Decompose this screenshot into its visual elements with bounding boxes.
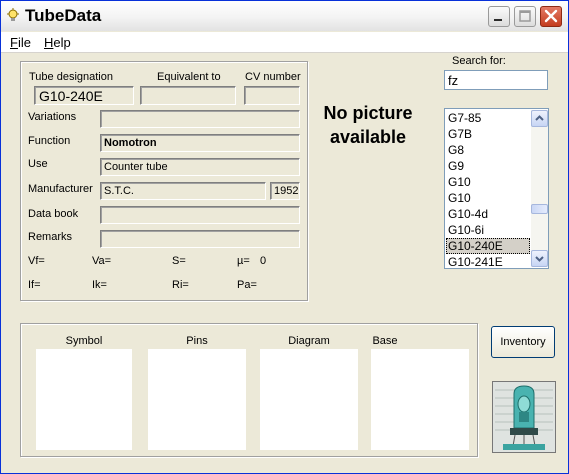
tubedata-window: TubeData File Help Tube designation Equi…: [0, 0, 569, 474]
ik-label: Ik=: [92, 279, 107, 291]
mu-value: 0: [260, 255, 267, 267]
menu-file[interactable]: File: [10, 35, 31, 50]
va-label: Va=: [92, 255, 112, 267]
list-item[interactable]: G10-6i: [446, 222, 530, 238]
maximize-button[interactable]: [514, 6, 536, 27]
list-item[interactable]: G9: [446, 158, 530, 174]
chevron-up-icon: [535, 115, 544, 121]
cv-number-field[interactable]: [244, 86, 300, 105]
no-picture-text: No picture available: [323, 103, 413, 147]
inventory-button[interactable]: Inventory: [491, 326, 555, 358]
diagram-panel: [260, 349, 358, 450]
tube-logo-icon[interactable]: [492, 381, 556, 453]
year-field[interactable]: 1952: [270, 182, 300, 200]
vacuum-tube-icon: [493, 382, 555, 452]
data-book-label: Data book: [28, 208, 79, 220]
list-item[interactable]: G10: [446, 190, 530, 206]
function-field[interactable]: Nomotron: [100, 134, 300, 152]
title-bar[interactable]: TubeData: [1, 1, 568, 31]
lightbulb-icon: [7, 8, 19, 21]
s-label: S=: [172, 255, 186, 267]
ri-label: Ri=: [172, 279, 189, 291]
close-icon: [544, 9, 558, 23]
base-label: Base: [372, 335, 398, 347]
pins-panel: [148, 349, 246, 450]
list-item[interactable]: G10: [446, 174, 530, 190]
tube-designation-label: Tube designation: [29, 71, 113, 83]
list-scrollbar[interactable]: [531, 110, 548, 267]
list-item[interactable]: G8: [446, 142, 530, 158]
list-item[interactable]: G7-85: [446, 110, 530, 126]
remarks-label: Remarks: [28, 231, 73, 243]
symbol-label: Symbol: [65, 335, 103, 347]
minimize-button[interactable]: [488, 6, 510, 27]
minimize-icon: [494, 19, 502, 21]
equivalent-to-field[interactable]: [140, 86, 236, 105]
if-label: If=: [28, 279, 41, 291]
list-item[interactable]: G10-241E: [446, 254, 530, 268]
search-label: Search for:: [452, 55, 506, 67]
use-field[interactable]: Counter tube: [100, 158, 300, 176]
manufacturer-label: Manufacturer: [28, 183, 93, 195]
list-item-selected[interactable]: G10-240E: [446, 238, 530, 254]
maximize-icon: [519, 10, 531, 22]
base-panel: [371, 349, 469, 450]
scroll-thumb[interactable]: [531, 204, 548, 214]
chevron-down-icon: [535, 256, 544, 262]
search-input[interactable]: [444, 70, 548, 90]
list-item[interactable]: G7B: [446, 126, 530, 142]
tube-designation-field[interactable]: G10-240E: [34, 86, 134, 105]
scroll-down-button[interactable]: [531, 250, 548, 267]
equivalent-to-label: Equivalent to: [157, 71, 221, 83]
remarks-field[interactable]: [100, 230, 300, 248]
manufacturer-field[interactable]: S.T.C.: [100, 182, 266, 200]
use-label: Use: [28, 158, 48, 170]
tube-list[interactable]: G7-85 G7B G8 G9 G10 G10 G10-4d G10-6i G1…: [444, 108, 549, 269]
close-button[interactable]: [540, 6, 562, 27]
variations-label: Variations: [28, 111, 77, 123]
vf-label: Vf=: [28, 255, 45, 267]
function-label: Function: [28, 135, 71, 147]
menu-bar: File Help: [1, 32, 568, 53]
window-title: TubeData: [25, 6, 102, 25]
pa-label: Pa=: [237, 279, 257, 291]
variations-field[interactable]: [100, 110, 300, 128]
scroll-up-button[interactable]: [531, 110, 548, 127]
menu-help[interactable]: Help: [44, 35, 71, 50]
cv-number-label: CV number: [245, 71, 301, 83]
data-book-field[interactable]: [100, 206, 300, 224]
list-item[interactable]: G10-4d: [446, 206, 530, 222]
pins-label: Pins: [186, 335, 208, 347]
mu-label: µ=: [237, 255, 250, 267]
symbol-panel: [36, 349, 132, 450]
